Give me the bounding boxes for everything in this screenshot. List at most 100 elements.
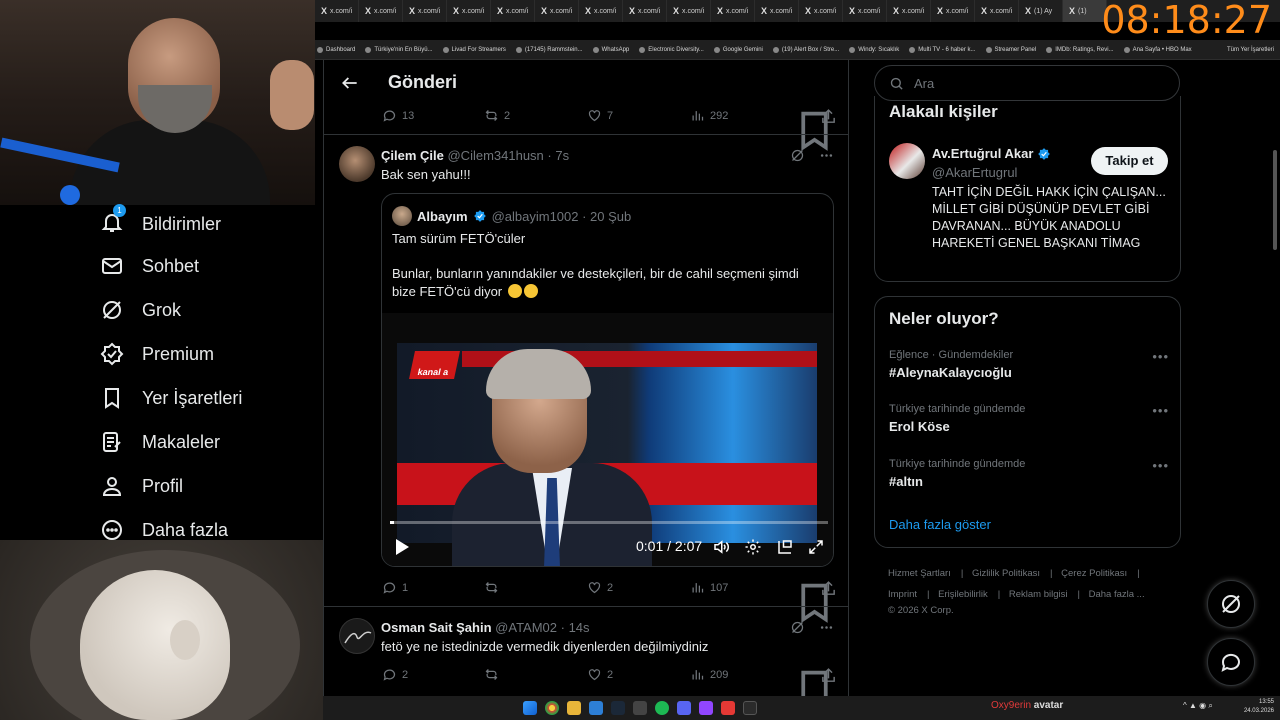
more-icon[interactable]: [819, 620, 834, 635]
show-more-link[interactable]: Daha fazla göster: [889, 517, 991, 532]
more-icon[interactable]: [819, 148, 834, 163]
repost-button[interactable]: 2: [484, 108, 510, 123]
share-icon[interactable]: [820, 108, 837, 125]
author-handle[interactable]: @ATAM02 · 14s: [495, 620, 589, 635]
browser-tab[interactable]: Xx.com/i: [535, 0, 579, 22]
reply-tweet[interactable]: Osman Sait Şahin @ATAM02 · 14s fetö ye n…: [324, 606, 848, 696]
discord-icon[interactable]: [677, 701, 691, 715]
avatar[interactable]: [339, 146, 375, 182]
nav-messages[interactable]: Sohbet: [100, 254, 199, 278]
reply-tweet[interactable]: Çilem Çile @Cilem341husn · 7s Bak sen ya…: [324, 134, 848, 623]
scrollbar-thumb[interactable]: [1273, 150, 1277, 250]
quoted-tweet[interactable]: Albayım @albayim1002 · 20 Şub Tam sürüm …: [381, 193, 834, 567]
browser-tab[interactable]: Xx.com/i: [931, 0, 975, 22]
bookmark-item[interactable]: Türkiye'nin En Büyü...: [365, 46, 433, 53]
reply-button[interactable]: 13: [382, 108, 414, 123]
browser-tab[interactable]: Xx.com/i: [359, 0, 403, 22]
bookmark-item[interactable]: (19) Alert Box / Stre...: [772, 46, 839, 53]
author-name[interactable]: Çilem Çile: [381, 148, 444, 163]
video-player[interactable]: kanal a 0:01 / 2:07: [382, 313, 833, 566]
browser-tab[interactable]: Xx.com/i: [447, 0, 491, 22]
author-handle[interactable]: @Cilem341husn · 7s: [447, 148, 569, 163]
browser-tab[interactable]: Xx.com/i: [667, 0, 711, 22]
chrome-icon[interactable]: [545, 701, 559, 715]
bookmark-item[interactable]: Streamer Panel: [985, 46, 1036, 53]
more-icon[interactable]: •••: [1152, 403, 1169, 418]
share-icon[interactable]: [820, 580, 837, 597]
trend-item[interactable]: Türkiye tarihinde gündemde Erol Köse •••: [889, 403, 1169, 434]
browser-tab[interactable]: Xx.com/i: [623, 0, 667, 22]
avatar[interactable]: [889, 143, 925, 179]
footer-link[interactable]: Hizmet Şartları: [888, 568, 951, 579]
video-progress-bar[interactable]: [390, 521, 828, 524]
grok-fab-button[interactable]: [1207, 580, 1255, 628]
follow-button[interactable]: Takip et: [1091, 147, 1168, 175]
bookmark-item[interactable]: Electronic Diversity...: [639, 46, 704, 53]
grok-icon[interactable]: [790, 148, 805, 163]
more-icon[interactable]: •••: [1152, 458, 1169, 473]
all-bookmarks-button[interactable]: Tüm Yer İşaretleri: [1227, 47, 1274, 53]
browser-tab[interactable]: Xx.com/i: [975, 0, 1019, 22]
grok-icon[interactable]: [790, 620, 805, 635]
like-button[interactable]: 2: [587, 580, 613, 595]
system-tray[interactable]: ^ ▲ ◉ ⌕: [1183, 701, 1213, 711]
browser-tab[interactable]: X (1) Ay: [1019, 0, 1063, 22]
twitch-icon[interactable]: [699, 701, 713, 715]
app-icon[interactable]: [633, 701, 647, 715]
app-icon[interactable]: [721, 701, 735, 715]
windows-start-icon[interactable]: [523, 701, 537, 715]
browser-tab[interactable]: Xx.com/i: [843, 0, 887, 22]
browser-tab[interactable]: Xx.com/i: [403, 0, 447, 22]
trend-item[interactable]: Eğlence · Gündemdekiler #AleynaKalaycıoğ…: [889, 349, 1169, 380]
views-button[interactable]: 209: [690, 667, 728, 682]
nav-more[interactable]: Daha fazla: [100, 518, 228, 542]
like-button[interactable]: 2: [587, 667, 613, 682]
bookmark-item[interactable]: IMDb: Ratings, Revi...: [1046, 46, 1114, 53]
nav-grok[interactable]: Grok: [100, 298, 181, 322]
back-arrow-icon[interactable]: [340, 73, 360, 93]
views-button[interactable]: 292: [690, 108, 728, 123]
app-icon[interactable]: [589, 701, 603, 715]
browser-tab[interactable]: Xx.com/i: [579, 0, 623, 22]
search-input[interactable]: Ara: [874, 65, 1180, 101]
page-scrollbar[interactable]: [1270, 60, 1280, 696]
browser-tab[interactable]: Xx.com/i: [711, 0, 755, 22]
trend-item[interactable]: Türkiye tarihinde gündemde #altın •••: [889, 458, 1169, 489]
folder-icon[interactable]: [567, 701, 581, 715]
settings-gear-icon[interactable]: [744, 538, 762, 556]
app-icon[interactable]: [743, 701, 757, 715]
play-icon[interactable]: [394, 538, 410, 556]
bookmark-item[interactable]: Google Gemini: [713, 46, 763, 53]
footer-link[interactable]: Daha fazla ...: [1089, 589, 1145, 600]
bookmark-item[interactable]: Windy: Sıcaklık: [849, 46, 899, 53]
bookmark-item[interactable]: WhatsApp: [592, 46, 629, 53]
nav-notifications[interactable]: 1 Bildirimler: [100, 204, 221, 239]
bookmark-item[interactable]: (17145) Rammstein...: [515, 46, 583, 53]
browser-tab[interactable]: Xx.com/i: [755, 0, 799, 22]
views-button[interactable]: 107: [690, 580, 728, 595]
footer-link[interactable]: Imprint: [888, 589, 917, 600]
footer-link[interactable]: Çerez Politikası: [1061, 568, 1127, 579]
messages-fab-button[interactable]: [1207, 638, 1255, 686]
taskbar-clock[interactable]: 13:55 24.03.2026: [1244, 698, 1274, 716]
volume-icon[interactable]: [712, 538, 730, 556]
browser-tab[interactable]: Xx.com/i: [799, 0, 843, 22]
spotify-icon[interactable]: [655, 701, 669, 715]
repost-button[interactable]: [484, 667, 504, 682]
footer-link[interactable]: Gizlilik Politikası: [972, 568, 1040, 579]
reply-button[interactable]: 2: [382, 667, 408, 682]
like-button[interactable]: 7: [587, 108, 613, 123]
repost-button[interactable]: [484, 580, 504, 595]
more-icon[interactable]: •••: [1152, 349, 1169, 364]
author-name[interactable]: Osman Sait Şahin: [381, 620, 492, 635]
footer-link[interactable]: Reklam bilgisi: [1009, 589, 1068, 600]
picture-in-picture-icon[interactable]: [776, 538, 794, 556]
nav-profile[interactable]: Profil: [100, 474, 183, 498]
bookmark-item[interactable]: Livad For Streamers: [442, 46, 506, 53]
browser-tab[interactable]: Xx.com/i: [315, 0, 359, 22]
bookmark-item[interactable]: Multi TV - 6 haber k...: [909, 46, 976, 53]
fullscreen-icon[interactable]: [807, 538, 825, 556]
steam-icon[interactable]: [611, 701, 625, 715]
reply-button[interactable]: 1: [382, 580, 408, 595]
browser-tab[interactable]: Xx.com/i: [491, 0, 535, 22]
